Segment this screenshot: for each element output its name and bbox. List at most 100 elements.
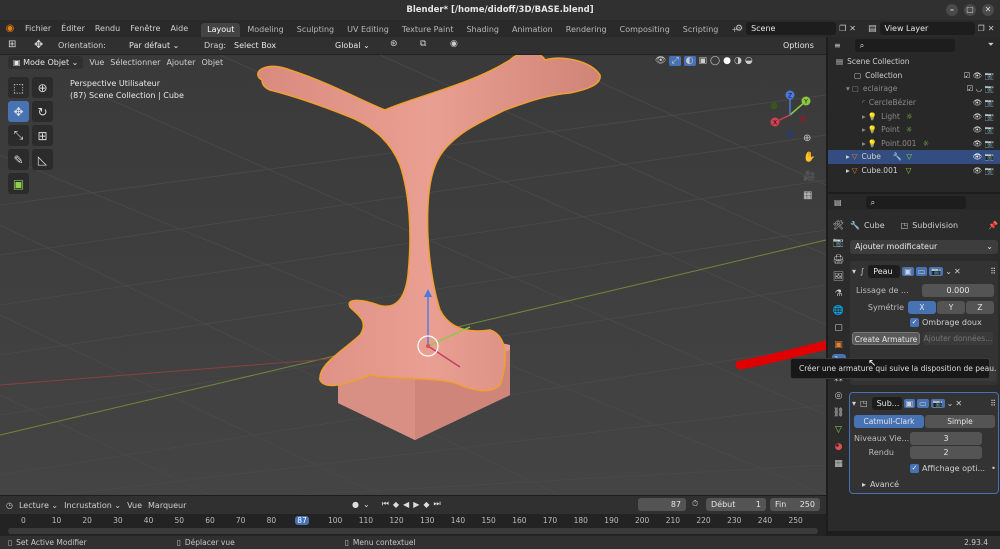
markers-menu[interactable]: Marqueur [148, 501, 186, 510]
transform-orientation-dropdown[interactable]: Global ⌄ [330, 39, 382, 52]
overlay-toggle-icon[interactable]: ◐ [683, 56, 696, 66]
close-button[interactable]: ✕ [982, 4, 994, 16]
levels-viewport-field[interactable]: 3 [910, 432, 982, 445]
tab-view-layer-icon[interactable]: 🖼 [832, 269, 846, 284]
stopwatch-icon[interactable]: ⏱ [692, 499, 698, 509]
collapse-arrow-icon[interactable]: ▾ [852, 399, 856, 408]
menu-add[interactable]: Ajouter [166, 58, 195, 67]
collapse-arrow-icon[interactable]: ▾ [852, 267, 856, 276]
modifier-delete-icon[interactable]: ✕ [954, 267, 961, 276]
keyframe-type-icon[interactable]: ⌄ [363, 500, 370, 509]
tab-scene-icon[interactable]: ⚗ [832, 286, 846, 301]
current-frame-field[interactable]: 87 [638, 498, 686, 511]
menu-window[interactable]: Fenêtre [125, 24, 165, 33]
drag-dropdown[interactable]: Select Box ⌄ [229, 39, 287, 63]
transform-gizmo-icon[interactable]: ✥ [34, 38, 43, 51]
outliner-row-point[interactable]: ▸ 💡 Point ☼ 👁 📷 [828, 123, 1000, 137]
tab-compositing[interactable]: Compositing [614, 23, 676, 37]
expand-arrow-icon[interactable]: ▸ [862, 112, 866, 121]
gizmo-toggle-icon[interactable]: ⤢ [669, 56, 681, 66]
tab-modeling[interactable]: Modeling [241, 23, 289, 37]
outliner-row-point001[interactable]: ▸ 💡 Point.001 ☼ 👁 📷 [828, 137, 1000, 151]
menu-view[interactable]: Vue [89, 58, 104, 67]
camera-icon[interactable]: 🎥 [803, 171, 815, 182]
outliner-filter-icon[interactable]: ⏷ [988, 40, 994, 50]
properties-editor-icon[interactable]: ▤ [834, 198, 842, 207]
remove-scene-icon[interactable]: ✕ [849, 24, 856, 33]
timeline-view-menu[interactable]: Vue [127, 501, 142, 510]
outliner-search-input[interactable]: ⌕ [854, 38, 955, 52]
select-box-tool-icon[interactable]: ⬚ [8, 77, 29, 98]
tab-animation[interactable]: Animation [506, 23, 559, 37]
copy-scene-icon[interactable]: ❐ [839, 24, 846, 33]
tab-constraints-icon[interactable]: ⛓ [832, 405, 846, 420]
tab-layout[interactable]: Layout [201, 23, 241, 37]
add-skin-data-button[interactable]: Ajouter données... [923, 332, 993, 345]
viewport-display-icon[interactable]: ▭ [915, 266, 928, 276]
optimal-display-checkbox[interactable]: ✓ [910, 464, 919, 473]
cube001-toggles-icon[interactable]: 👁 📷 [973, 166, 994, 175]
mode-dropdown[interactable]: ▣ Mode Objet ⌄ [8, 56, 84, 69]
shading-wire-icon[interactable]: ◯ [710, 56, 720, 66]
next-keyframe-icon[interactable]: ◆ [423, 500, 429, 509]
orientation-dropdown[interactable]: Par défaut ⌄ [124, 39, 190, 52]
tab-object-icon[interactable]: ▣ [832, 337, 846, 352]
scale-tool-icon[interactable]: ⤡ [8, 125, 29, 146]
start-frame-field[interactable]: Début 1 [706, 498, 766, 511]
viewport-display-icon[interactable]: ▭ [917, 398, 929, 408]
tab-data-icon[interactable]: ▽ [832, 422, 846, 437]
eclairage-toggles-icon[interactable]: ☑ ◡ 📷 [967, 84, 994, 93]
light-toggles-icon[interactable]: 👁 📷 [973, 112, 994, 121]
menu-edit[interactable]: Éditer [56, 24, 90, 33]
timeline-ruler[interactable]: 0 10 20 30 40 50 60 70 80 87 100 110 120 130 140 150 160… [0, 514, 826, 528]
tab-uv-editing[interactable]: UV Editing [341, 23, 395, 37]
tab-output-icon[interactable]: 🖨 [832, 252, 846, 267]
modifier-delete-icon[interactable]: ✕ [955, 399, 962, 408]
add-cube-tool-icon[interactable]: ▣ [8, 173, 29, 194]
record-icon[interactable]: ● [352, 500, 359, 509]
annotate-tool-icon[interactable]: ✎ [8, 149, 29, 170]
menu-help[interactable]: Aide [165, 24, 193, 33]
timeline-scrollbar[interactable] [8, 528, 818, 534]
jump-end-icon[interactable]: ⏭ [434, 499, 441, 509]
tab-collection-icon[interactable]: ▢ [832, 320, 846, 335]
expand-arrow-icon[interactable]: ▸ [862, 125, 866, 134]
outliner-row-cube001[interactable]: ▸ ▽ Cube.001 ▽ 👁 📷 [828, 164, 1000, 178]
tab-tool-icon[interactable]: 🛠 [832, 218, 846, 233]
tab-shading[interactable]: Shading [460, 23, 505, 37]
point001-toggles-icon[interactable]: 👁 📷 [973, 139, 994, 148]
editor-type-icon[interactable]: ⊞ [8, 39, 16, 50]
end-frame-field[interactable]: Fin 250 [770, 498, 820, 511]
subsurf-name-field[interactable]: Sub... [871, 396, 902, 410]
render-levels-field[interactable]: 2 [910, 446, 982, 459]
expand-arrow-icon[interactable]: ▸ [862, 480, 866, 489]
snap-icon[interactable]: ⧉ [420, 39, 426, 49]
drag-handle-icon[interactable]: ⠿ [990, 399, 996, 408]
edit-mode-icon[interactable]: ▣ [903, 398, 916, 408]
tab-sculpting[interactable]: Sculpting [291, 23, 340, 37]
copy-view-layer-icon[interactable]: ❐ [978, 24, 985, 33]
expand-arrow-icon[interactable]: ▾ [846, 84, 850, 93]
cerclebezier-toggles-icon[interactable]: 👁 📷 [973, 98, 994, 107]
modifier-menu-icon[interactable]: ⌄ [947, 399, 954, 408]
shading-material-icon[interactable]: ◑ [734, 56, 742, 66]
maximize-button[interactable]: ▢ [964, 4, 976, 16]
outliner-row-cube[interactable]: ▸ ▽ Cube 🔧 ▽ 👁 📷 [828, 150, 1000, 164]
tab-rendering[interactable]: Rendering [560, 23, 613, 37]
jump-start-icon[interactable]: ⏮ [382, 499, 389, 509]
xray-icon[interactable]: ▣ [699, 56, 708, 66]
smooth-value-field[interactable]: 0.000 [922, 284, 994, 297]
tab-scripting[interactable]: Scripting [677, 23, 725, 37]
skin-name-field[interactable]: Peau [868, 264, 901, 278]
shading-solid-icon[interactable]: ● [723, 56, 731, 66]
zoom-icon[interactable]: ⊕ [803, 133, 815, 144]
viewport-scene[interactable] [0, 55, 826, 495]
symmetry-x-toggle[interactable]: X [908, 301, 936, 314]
menu-object[interactable]: Objet [201, 58, 223, 67]
prev-keyframe-icon[interactable]: ◆ [393, 500, 399, 509]
play-reverse-icon[interactable]: ◀ [403, 500, 409, 509]
remove-view-layer-icon[interactable]: ✕ [988, 24, 995, 33]
shading-rendered-icon[interactable]: ◒ [745, 56, 753, 66]
drag-handle-icon[interactable]: ⠿ [990, 267, 996, 276]
play-icon[interactable]: ▶ [413, 500, 419, 509]
